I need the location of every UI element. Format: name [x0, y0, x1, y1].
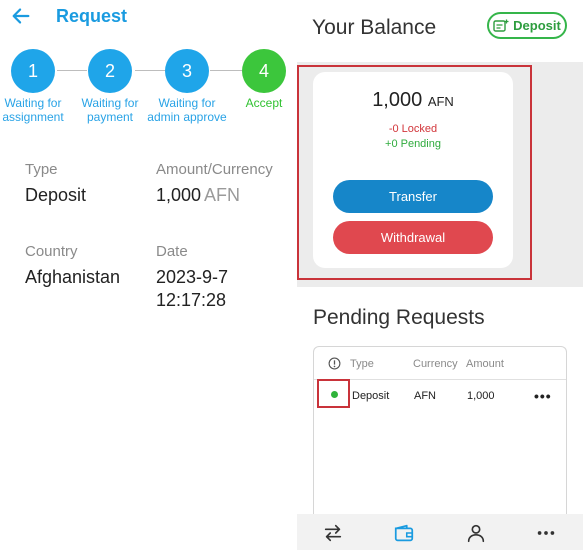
- header-divider: [314, 379, 566, 380]
- row-more-icon[interactable]: •••: [534, 388, 552, 404]
- header-currency: Currency: [413, 358, 458, 370]
- step-4-label: Accept: [245, 96, 283, 110]
- transfer-button[interactable]: Transfer: [333, 180, 493, 213]
- person-icon[interactable]: [465, 522, 487, 544]
- step-connector: [57, 70, 87, 71]
- amount-value: 1,000 AFN: [156, 185, 240, 206]
- balance-panel: Your Balance Deposit 1,000 AFN -0 Locked…: [297, 0, 583, 550]
- header-amount: Amount: [466, 358, 504, 370]
- row-type[interactable]: Deposit: [352, 390, 389, 402]
- step-3-circle: 3: [165, 49, 209, 93]
- deposit-icon: [493, 19, 509, 32]
- pending-amount: +0 Pending: [385, 138, 441, 150]
- balance-currency: AFN: [427, 94, 454, 109]
- info-icon: [328, 357, 341, 370]
- request-panel: Request 1 2 3 4 Waiting for assignment W…: [0, 0, 297, 550]
- time-value: 12:17:28: [156, 290, 227, 310]
- transfer-arrows-icon[interactable]: [322, 522, 344, 544]
- header-type: Type: [350, 358, 374, 370]
- step-2-label: Waiting for payment: [81, 96, 139, 124]
- balance-amount: 1,000 AFN: [313, 89, 513, 112]
- country-label: Country: [25, 243, 78, 260]
- row-currency: AFN: [414, 390, 436, 402]
- step-4-circle: 4: [242, 49, 286, 93]
- amount-number: 1,000: [156, 185, 202, 205]
- balance-number: 1,000: [372, 89, 423, 111]
- step-3-label: Waiting for admin approve: [147, 96, 227, 124]
- type-value: Deposit: [25, 185, 87, 205]
- country-value: Afghanistan: [25, 267, 121, 287]
- wallet-icon[interactable]: [393, 522, 415, 544]
- more-icon[interactable]: [535, 522, 557, 544]
- step-1-circle: 1: [11, 49, 55, 93]
- locked-amount: -0 Locked: [388, 123, 438, 135]
- amount-currency: AFN: [204, 185, 241, 205]
- type-label: Type: [25, 161, 58, 178]
- step-connector: [135, 70, 165, 71]
- date-label: Date: [156, 243, 188, 260]
- step-connector: [210, 70, 242, 71]
- bottom-nav: [297, 514, 583, 550]
- page-title: Request: [56, 6, 128, 26]
- deposit-button-label: Deposit: [513, 18, 561, 33]
- date-value: 2023-9-7: [156, 267, 229, 287]
- step-2-circle: 2: [88, 49, 132, 93]
- amount-label: Amount/Currency: [156, 161, 273, 178]
- back-arrow-icon[interactable]: [10, 5, 32, 27]
- pending-requests-title: Pending Requests: [313, 306, 485, 329]
- balance-title: Your Balance: [312, 16, 437, 39]
- status-dot-icon: [331, 391, 338, 398]
- balance-card: 1,000 AFN -0 Locked +0 Pending Transfer …: [313, 72, 513, 268]
- row-amount: 1,000: [467, 390, 495, 402]
- withdrawal-button[interactable]: Withdrawal: [333, 221, 493, 254]
- deposit-button[interactable]: Deposit: [487, 12, 567, 39]
- step-1-label: Waiting for assignment: [2, 96, 64, 124]
